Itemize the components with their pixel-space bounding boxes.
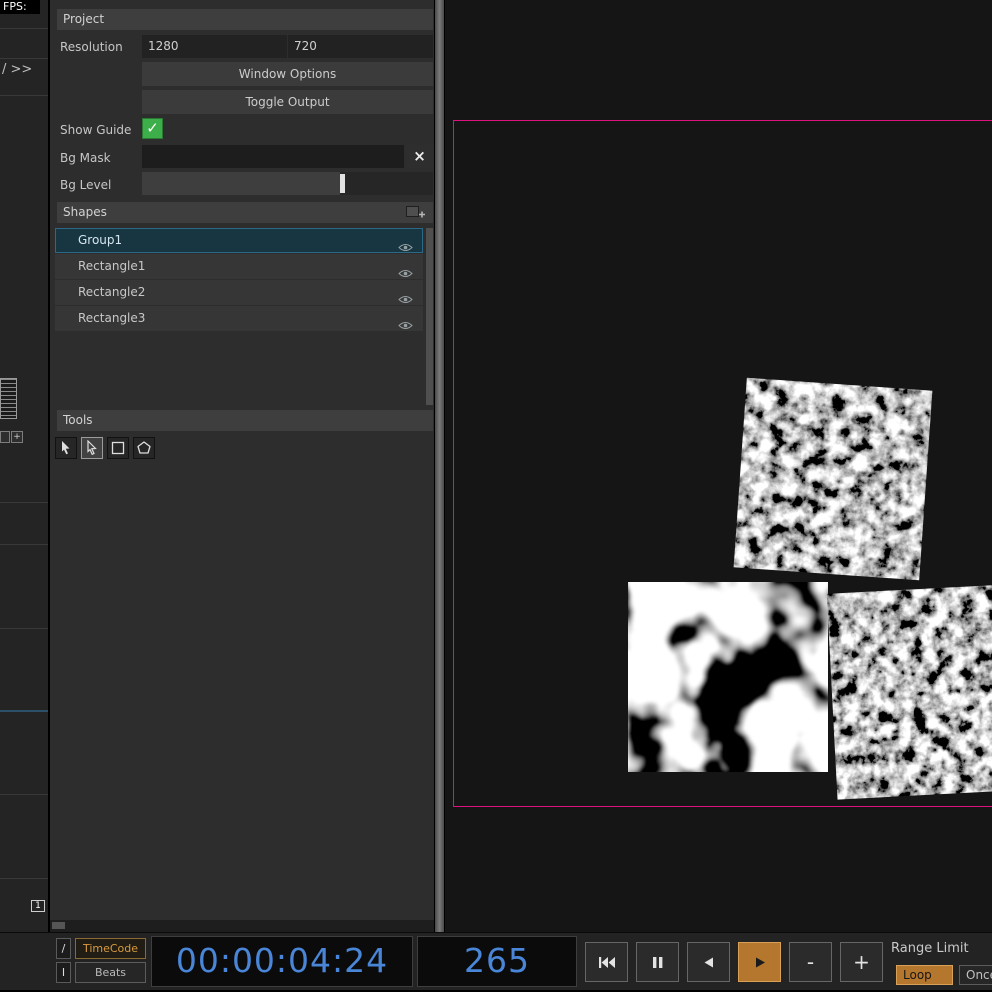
tools-section-header: Tools <box>57 410 433 431</box>
track-number: 1 <box>31 900 45 912</box>
divider <box>0 58 48 59</box>
rectangle-tool-icon <box>110 440 126 456</box>
add-shape-icon <box>405 203 427 222</box>
project-section-header: Project <box>57 9 433 30</box>
rail-expand-control[interactable]: / >> <box>2 62 32 77</box>
check-icon: ✓ <box>146 119 159 137</box>
plus-label: + <box>853 952 870 972</box>
show-guide-label: Show Guide <box>60 123 131 137</box>
divider <box>0 878 48 879</box>
shape-row-label: Group1 <box>78 233 122 247</box>
shape-row-label: Rectangle1 <box>78 259 145 273</box>
shape-visibility-toggle[interactable] <box>398 314 413 339</box>
shape-row-label: Rectangle3 <box>78 311 145 325</box>
rectangle-tool-button[interactable] <box>107 437 129 459</box>
polygon-tool-button[interactable] <box>133 437 155 459</box>
eye-icon <box>398 243 413 252</box>
divider <box>0 628 48 629</box>
resolution-height-input[interactable]: 720 <box>288 35 433 58</box>
divider <box>0 28 48 29</box>
play-reverse-icon <box>701 955 716 970</box>
divider <box>0 544 48 545</box>
eye-icon <box>398 269 413 278</box>
marker-button[interactable]: I <box>56 962 71 983</box>
bg-level-thumb[interactable] <box>340 174 345 193</box>
application-window: FPS: / >> + 1 Project Resolution 1280 72… <box>0 0 992 992</box>
shape-row[interactable]: Rectangle3 <box>55 306 423 331</box>
beats-mode-button[interactable]: Beats <box>75 962 146 983</box>
mini-scroll-widget[interactable] <box>0 378 17 419</box>
rewind-button[interactable] <box>585 942 628 982</box>
divider <box>0 95 48 96</box>
timeline-bar: / I TimeCode Beats 00:00:04:24 265 <box>0 932 992 990</box>
shape-row-label: Rectangle2 <box>78 285 145 299</box>
resolution-width-input[interactable]: 1280 <box>142 35 287 58</box>
play-icon <box>752 955 767 970</box>
pause-icon <box>650 955 665 970</box>
timecode-display[interactable]: 00:00:04:24 <box>151 936 413 987</box>
minus-label: - <box>807 952 814 972</box>
bg-mask-label: Bg Mask <box>60 151 111 165</box>
bg-mask-clear-button[interactable]: × <box>406 145 433 168</box>
toggle-output-button[interactable]: Toggle Output <box>142 90 433 114</box>
pause-button[interactable] <box>636 942 679 982</box>
mapped-shape-rectangle2[interactable] <box>628 582 828 772</box>
polygon-tool-icon <box>136 440 152 456</box>
play-reverse-button[interactable] <box>687 942 730 982</box>
select-tool-icon <box>58 440 74 456</box>
play-button[interactable] <box>738 942 781 982</box>
shape-row[interactable]: Rectangle1 <box>55 254 423 279</box>
window-options-button[interactable]: Window Options <box>142 62 433 86</box>
divider <box>0 794 48 795</box>
shapes-list-scrollbar[interactable] <box>426 228 433 405</box>
bg-mask-input[interactable] <box>142 145 404 168</box>
bg-level-label: Bg Level <box>60 178 111 192</box>
shape-row[interactable]: Group1 <box>55 228 423 253</box>
increment-button[interactable]: + <box>840 942 883 982</box>
once-button[interactable]: Once <box>959 965 992 985</box>
panel-splitter[interactable] <box>435 0 444 932</box>
vertex-select-tool-icon <box>84 440 100 456</box>
decrement-button[interactable]: - <box>789 942 832 982</box>
rewind-icon <box>598 955 616 970</box>
eye-icon <box>398 321 413 330</box>
project-panel: Project Resolution 1280 720 Window Optio… <box>50 0 434 920</box>
range-limit-label: Range Limit <box>891 941 969 956</box>
shapes-section-header: Shapes <box>57 202 433 223</box>
resolution-label: Resolution <box>60 40 123 54</box>
scrollbar-thumb[interactable] <box>52 922 65 929</box>
bg-level-slider[interactable] <box>142 172 433 195</box>
select-tool-button[interactable] <box>55 437 77 459</box>
slash-button[interactable]: / <box>56 938 71 959</box>
add-shape-button[interactable] <box>405 203 427 222</box>
frame-counter-display[interactable]: 265 <box>417 936 577 987</box>
mini-button[interactable] <box>0 431 10 443</box>
vertex-select-tool-button[interactable] <box>81 437 103 459</box>
mini-add-button[interactable]: + <box>11 431 23 443</box>
clear-icon: × <box>413 147 426 165</box>
track-highlight-divider <box>0 710 48 712</box>
eye-icon <box>398 295 413 304</box>
mapped-shape-rectangle3[interactable] <box>827 584 992 799</box>
timecode-mode-button[interactable]: TimeCode <box>75 938 146 959</box>
divider <box>0 502 48 503</box>
preview-canvas[interactable] <box>445 0 992 932</box>
shape-row[interactable]: Rectangle2 <box>55 280 423 305</box>
fps-label: FPS: <box>0 0 40 14</box>
panel-horizontal-scrollbar[interactable] <box>50 920 434 932</box>
loop-button[interactable]: Loop <box>896 965 953 985</box>
show-guide-checkbox[interactable]: ✓ <box>142 118 163 139</box>
mapped-shape-rectangle1[interactable] <box>734 378 933 581</box>
left-rail: FPS: / >> + 1 <box>0 0 48 932</box>
bg-level-fill <box>142 172 340 195</box>
